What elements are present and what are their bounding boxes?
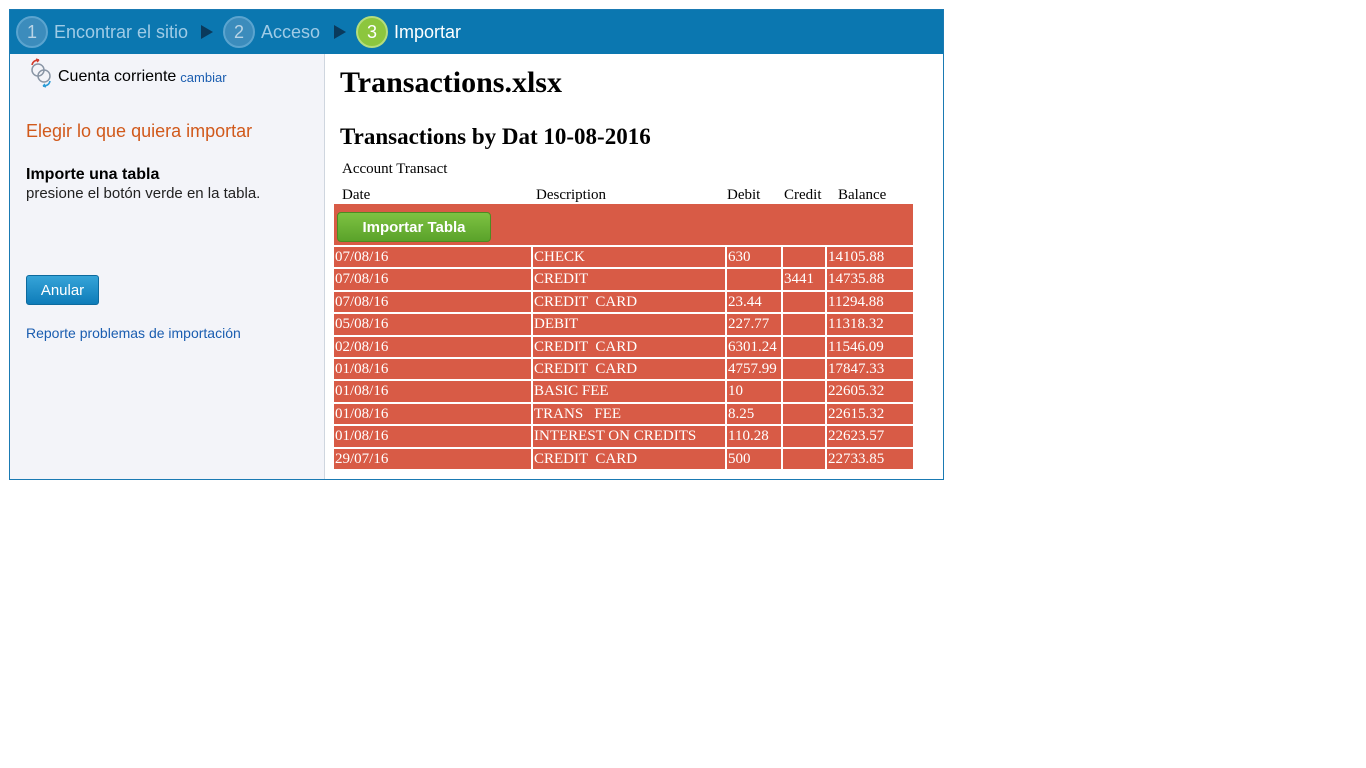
table-row: 29/07/16 CREDIT CARD 500 22733.85 — [334, 447, 913, 469]
column-header-description: Description — [536, 187, 606, 203]
debit-cell: 227.77 — [727, 314, 781, 335]
date-cell: 07/08/16 — [334, 247, 531, 268]
wizard-step-find-site: 1 Encontrar el sitio — [16, 16, 188, 48]
import-preview-pane: Transactions.xlsx Transactions by Dat 10… — [326, 54, 943, 479]
balance-cell: 17847.33 — [827, 358, 913, 380]
debit-cell: 8.25 — [727, 403, 781, 425]
debit-cell: 4757.99 — [727, 358, 781, 380]
table-row: 05/08/16 DEBIT 227.77 11318.32 — [334, 312, 913, 335]
date-cell: 02/08/16 — [334, 336, 531, 357]
table-row: 01/08/16 CREDIT CARD 4757.99 17847.33 — [334, 357, 913, 380]
balance-cell: 11294.88 — [827, 291, 913, 313]
column-header-debit: Debit — [727, 187, 761, 203]
description-cell: TRANS FEE — [533, 403, 725, 425]
table-row: 01/08/16 INTEREST ON CREDITS 110.28 22623.5… — [334, 424, 913, 447]
debit-cell: 23.44 — [727, 291, 781, 313]
debit-cell: 6301.24 — [727, 336, 781, 357]
description-cell: CHECK — [533, 247, 725, 268]
balance-cell: 22733.85 — [827, 448, 913, 469]
import-table-button[interactable]: Importar Tabla — [337, 212, 491, 242]
credit-cell — [783, 448, 825, 469]
report-import-problems-link[interactable]: Reporte problemas de importación — [26, 325, 241, 341]
description-cell: CREDIT CARD — [533, 336, 725, 357]
description-cell: CREDIT — [533, 269, 725, 290]
column-header-date: Date — [342, 187, 371, 203]
table-row: 07/08/16 CHECK 630 14105.88 — [334, 245, 913, 268]
step-number: 1 — [16, 16, 48, 48]
description-cell: DEBIT — [533, 314, 725, 335]
step-arrow-icon — [201, 25, 213, 39]
account-label: Account Transact — [342, 161, 448, 177]
cancel-button[interactable]: Anular — [26, 275, 99, 305]
description-cell: CREDIT CARD — [533, 448, 725, 469]
transactions-table: 07/08/16 CHECK 630 14105.88 07/08/16 CREDIT 34… — [334, 245, 913, 469]
balance-cell: 14735.88 — [827, 269, 913, 290]
credit-cell — [783, 403, 825, 425]
balance-cell: 22605.32 — [827, 381, 913, 402]
wizard-step-import: 3 Importar — [356, 16, 461, 48]
date-cell: 05/08/16 — [334, 314, 531, 335]
credit-cell — [783, 358, 825, 380]
table-row: 01/08/16 BASIC FEE 10 22605.32 — [334, 379, 913, 402]
account-name: Cuenta corriente — [58, 68, 177, 85]
description-cell: CREDIT CARD — [533, 291, 725, 313]
balance-cell: 22623.57 — [827, 426, 913, 447]
sync-accounts-icon — [26, 58, 56, 88]
debit-cell: 10 — [727, 381, 781, 402]
import-table-heading: Importe una tabla — [26, 166, 160, 183]
import-table-band: Importar Tabla — [334, 204, 913, 245]
debit-cell — [727, 269, 781, 290]
step-number: 3 — [356, 16, 388, 48]
file-title: Transactions.xlsx — [340, 66, 562, 99]
credit-cell — [783, 247, 825, 268]
credit-cell — [783, 381, 825, 402]
credit-cell: 3441 — [783, 269, 825, 290]
date-cell: 01/08/16 — [334, 358, 531, 380]
step-arrow-icon — [334, 25, 346, 39]
date-cell: 29/07/16 — [334, 448, 531, 469]
step-label: Acceso — [261, 21, 321, 42]
import-wizard-frame: 1 Encontrar el sitio 2 Acceso 3 Importar — [9, 9, 944, 480]
balance-cell: 11318.32 — [827, 314, 913, 335]
balance-cell: 14105.88 — [827, 247, 913, 268]
step-label: Encontrar el sitio — [54, 21, 189, 42]
credit-cell — [783, 336, 825, 357]
balance-cell: 22615.32 — [827, 403, 913, 425]
choose-import-title: Elegir lo que quiera importar — [26, 121, 253, 141]
description-cell: CREDIT CARD — [533, 358, 725, 380]
table-row: 07/08/16 CREDIT CARD 23.44 11294.88 — [334, 290, 913, 313]
description-cell: INTEREST ON CREDITS — [533, 426, 725, 447]
import-table-hint: presione el botón verde en la tabla. — [26, 185, 261, 202]
change-account-link[interactable]: cambiar — [180, 70, 226, 85]
step-label: Importar — [394, 21, 462, 42]
wizard-step-access: 2 Acceso — [223, 16, 320, 48]
account-row: Cuenta corriente cambiar — [26, 58, 227, 88]
step-number: 2 — [223, 16, 255, 48]
column-header-balance: Balance — [838, 187, 887, 203]
table-row: 07/08/16 CREDIT 3441 14735.88 — [334, 267, 913, 290]
credit-cell — [783, 291, 825, 313]
debit-cell: 110.28 — [727, 426, 781, 447]
sidebar: Cuenta corriente cambiar Elegir lo que q… — [10, 54, 325, 479]
table-row: 01/08/16 TRANS FEE 8.25 22615.32 — [334, 402, 913, 425]
date-cell: 07/08/16 — [334, 291, 531, 313]
date-cell: 01/08/16 — [334, 403, 531, 425]
credit-cell — [783, 426, 825, 447]
column-header-credit: Credit — [784, 187, 822, 203]
date-cell: 07/08/16 — [334, 269, 531, 290]
debit-cell: 500 — [727, 448, 781, 469]
table-row: 02/08/16 CREDIT CARD 6301.24 11546.09 — [334, 335, 913, 357]
wizard-progress-bar: 1 Encontrar el sitio 2 Acceso 3 Importar — [10, 10, 943, 54]
balance-cell: 11546.09 — [827, 336, 913, 357]
table-title: Transactions by Dat 10-08-2016 — [340, 124, 651, 149]
date-cell: 01/08/16 — [334, 381, 531, 402]
credit-cell — [783, 314, 825, 335]
debit-cell: 630 — [727, 247, 781, 268]
description-cell: BASIC FEE — [533, 381, 725, 402]
date-cell: 01/08/16 — [334, 426, 531, 447]
